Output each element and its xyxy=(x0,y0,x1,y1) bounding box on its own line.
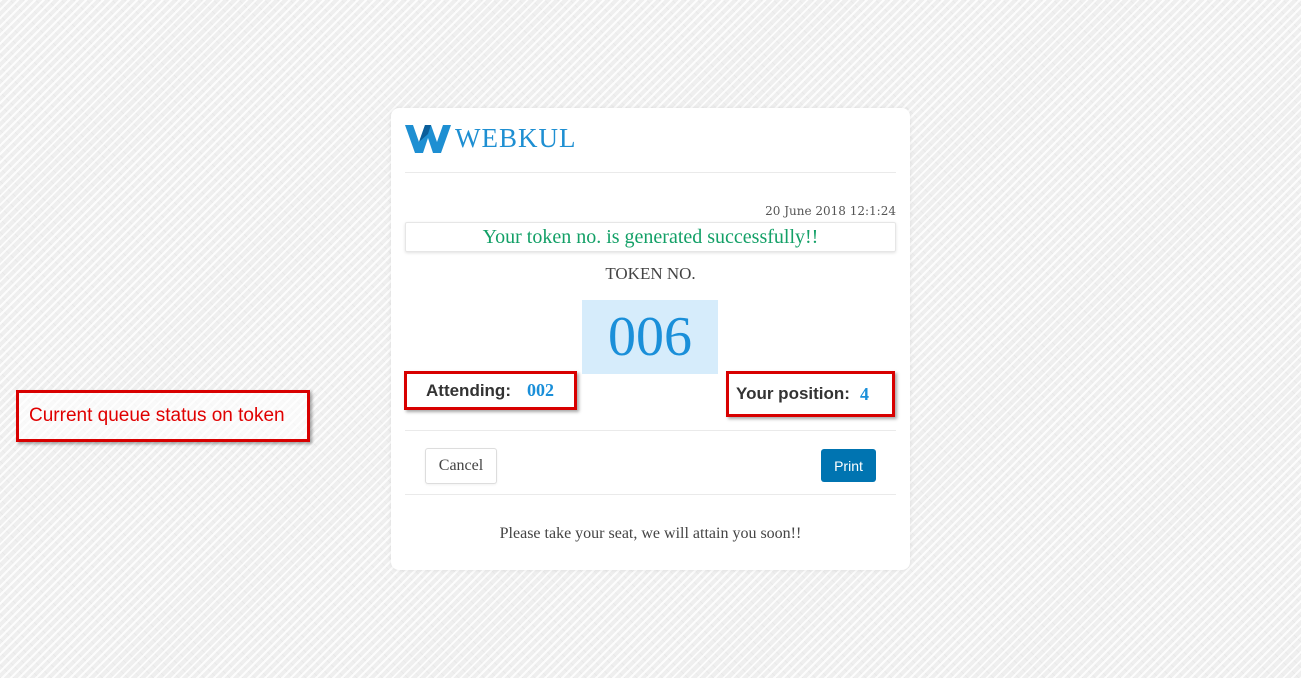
attending-status: Attending: 002 xyxy=(404,371,577,410)
success-message: Your token no. is generated successfully… xyxy=(405,222,896,252)
print-button[interactable]: Print xyxy=(821,449,876,482)
cancel-button[interactable]: Cancel xyxy=(425,448,497,484)
token-label: TOKEN NO. xyxy=(605,264,696,283)
header-divider xyxy=(405,172,896,173)
actions-top-divider xyxy=(405,430,896,431)
token-timestamp: 20 June 2018 12:1:24 xyxy=(765,204,896,218)
actions-bottom-divider xyxy=(405,494,896,495)
token-card: WEBKUL 20 June 2018 12:1:24 Your token n… xyxy=(391,108,910,570)
logo-text: WEBKUL xyxy=(455,123,577,153)
queue-status-annotation: Current queue status on token xyxy=(16,390,310,442)
webkul-logo: WEBKUL xyxy=(405,122,576,154)
position-label: Your position: xyxy=(736,384,850,403)
attending-value: 002 xyxy=(526,380,554,400)
footer-message: Please take your seat, we will attain yo… xyxy=(499,525,802,542)
token-number: 006 xyxy=(582,300,718,374)
annotation-text: Current queue status on token xyxy=(29,405,285,426)
position-value: 4 xyxy=(859,383,869,404)
attending-label: Attending: xyxy=(426,380,511,400)
webkul-logo-icon xyxy=(405,125,451,153)
position-status: Your position: 4 xyxy=(726,371,895,417)
